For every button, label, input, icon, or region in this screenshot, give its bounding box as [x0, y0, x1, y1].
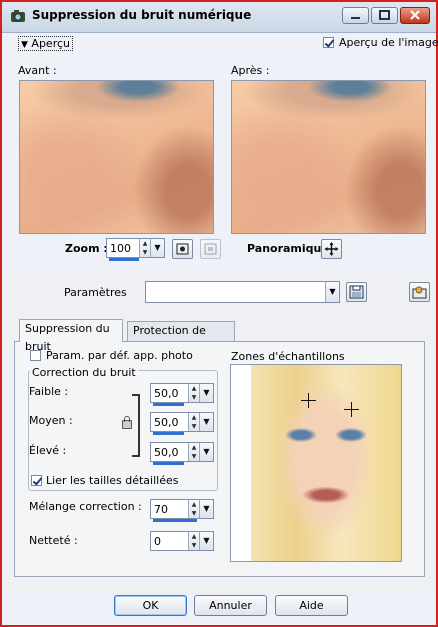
stepper-arrows-icon[interactable]: ▲ ▼	[188, 532, 199, 550]
zoom-stepper[interactable]: 100 ▲ ▼ ▼	[106, 238, 165, 261]
after-preview[interactable]	[231, 80, 426, 234]
nettete-label: Netteté :	[29, 534, 78, 547]
moyen-stepper[interactable]: 50,0 ▲ ▼ ▼	[150, 412, 214, 435]
faible-level-bar	[153, 403, 184, 406]
faible-label: Faible :	[29, 385, 69, 398]
melange-level-bar	[153, 519, 197, 522]
chevron-down-icon[interactable]: ▼	[199, 500, 213, 518]
portrait-image	[251, 365, 401, 561]
apercu-label: Aperçu	[31, 37, 70, 50]
chevron-down-icon[interactable]: ▼	[199, 532, 213, 550]
maximize-button[interactable]	[371, 7, 398, 24]
aide-button[interactable]: Aide	[275, 595, 348, 616]
sample-crosshair-icon[interactable]	[344, 402, 359, 417]
parametres-label: Paramètres	[64, 286, 127, 299]
apercu-toggle[interactable]: ▼ Aperçu	[18, 36, 73, 51]
annuler-button[interactable]: Annuler	[194, 595, 267, 616]
dialog-window: Suppression du bruit numérique ▼ Aperçu …	[0, 0, 438, 627]
minimize-button[interactable]	[342, 7, 369, 24]
stepper-arrows-icon[interactable]: ▲ ▼	[188, 443, 199, 461]
collapse-triangle-icon: ▼	[21, 40, 28, 50]
save-preset-button[interactable]	[346, 282, 367, 302]
eleve-stepper[interactable]: 50,0 ▲ ▼ ▼	[150, 442, 214, 465]
melange-value: 70	[154, 503, 168, 516]
param-photo-label: Param. par déf. app. photo	[46, 349, 193, 362]
tab-suppression-du-bruit[interactable]: Suppression du bruit	[19, 319, 123, 353]
zoom-fit-button[interactable]	[172, 239, 193, 259]
faible-stepper[interactable]: 50,0 ▲ ▼ ▼	[150, 383, 214, 406]
zoom-value: 100	[110, 242, 131, 255]
ok-button[interactable]: OK	[114, 595, 187, 616]
sample-crosshair-icon[interactable]	[301, 393, 316, 408]
moyen-label: Moyen :	[29, 414, 73, 427]
presets-icon	[412, 286, 427, 299]
chevron-down-icon[interactable]: ▼	[150, 239, 164, 257]
aide-label: Aide	[299, 599, 324, 612]
correction-group-label: Correction du bruit	[30, 366, 138, 379]
zoom-label: Zoom :	[65, 242, 108, 255]
eleve-level-bar	[153, 462, 184, 465]
title-bar[interactable]: Suppression du bruit numérique	[2, 2, 436, 33]
moyen-level-bar	[153, 432, 184, 435]
stepper-arrows-icon[interactable]: ▲ ▼	[139, 239, 150, 257]
zoom-actual-icon	[204, 243, 217, 255]
stepper-arrows-icon[interactable]: ▲ ▼	[188, 500, 199, 518]
close-icon	[410, 10, 420, 20]
maximize-icon	[379, 10, 390, 20]
stepper-arrows-icon[interactable]: ▲ ▼	[188, 384, 199, 402]
lier-tailles-checkbox[interactable]	[31, 475, 42, 486]
ok-label: OK	[142, 599, 159, 612]
pan-button[interactable]	[321, 239, 342, 259]
move-icon	[324, 242, 339, 256]
lier-tailles-label: Lier les tailles détaillées	[46, 474, 179, 487]
melange-stepper[interactable]: 70 ▲ ▼ ▼	[150, 499, 214, 522]
tab-protection-de-l-image[interactable]: Protection de l'image	[127, 321, 235, 355]
lock-icon[interactable]	[122, 416, 132, 429]
apres-label: Après :	[231, 64, 270, 77]
window-title: Suppression du bruit numérique	[32, 8, 252, 22]
apercu-image-label: Aperçu de l'image	[339, 36, 438, 49]
eleve-value: 50,0	[154, 446, 179, 459]
app-camera-icon	[11, 10, 25, 22]
nettete-stepper[interactable]: 0 ▲ ▼ ▼	[150, 531, 214, 551]
zoom-fit-icon	[176, 243, 189, 255]
nettete-value: 0	[154, 535, 161, 548]
close-button[interactable]	[400, 7, 430, 24]
sample-zones-image[interactable]	[230, 364, 402, 562]
faible-value: 50,0	[154, 387, 179, 400]
annuler-label: Annuler	[209, 599, 252, 612]
melange-label: Mélange correction :	[29, 500, 142, 513]
chevron-down-icon[interactable]: ▼	[325, 282, 339, 302]
zoom-level-bar	[109, 258, 139, 261]
zoom-actual-button[interactable]	[200, 239, 221, 259]
avant-label: Avant :	[18, 64, 57, 77]
apercu-image-checkbox[interactable]	[323, 37, 334, 48]
minimize-icon	[351, 17, 360, 19]
link-bracket	[132, 394, 140, 457]
chevron-down-icon[interactable]: ▼	[199, 443, 213, 461]
manage-presets-button[interactable]	[409, 282, 430, 302]
zones-label: Zones d'échantillons	[231, 350, 345, 363]
before-preview[interactable]	[19, 80, 214, 234]
save-disk-icon	[349, 285, 364, 299]
eleve-label: Élevé :	[29, 444, 67, 457]
stepper-arrows-icon[interactable]: ▲ ▼	[188, 413, 199, 431]
chevron-down-icon[interactable]: ▼	[199, 413, 213, 431]
parametres-select[interactable]: ▼	[145, 281, 340, 303]
chevron-down-icon[interactable]: ▼	[199, 384, 213, 402]
moyen-value: 50,0	[154, 416, 179, 429]
